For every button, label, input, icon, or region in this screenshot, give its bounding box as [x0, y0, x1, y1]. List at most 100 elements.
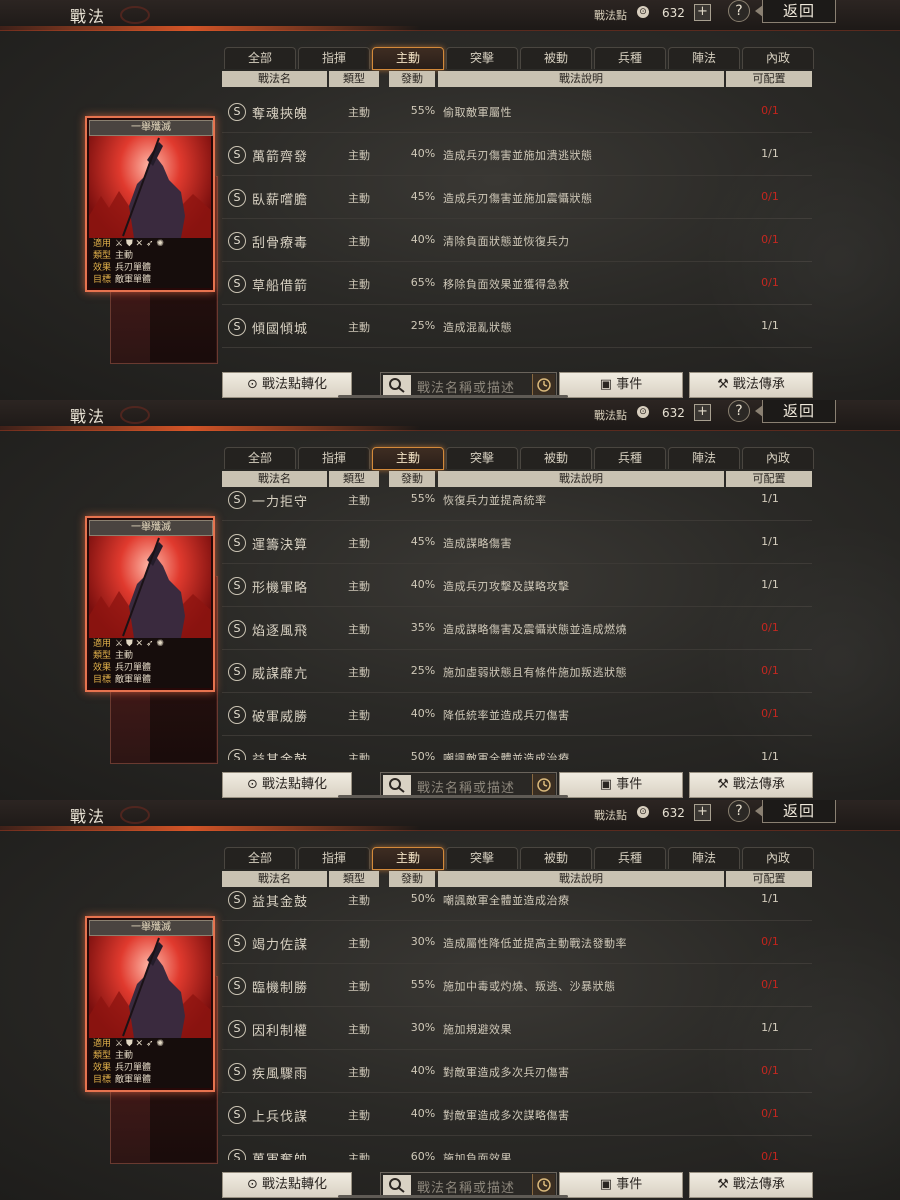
tab-3[interactable]: 突擊 — [446, 447, 518, 469]
tab-0[interactable]: 全部 — [224, 47, 296, 69]
add-points-button[interactable]: + — [694, 404, 711, 421]
history-clock-icon[interactable] — [532, 1174, 555, 1196]
column-header-rate[interactable]: 發動 — [389, 471, 435, 487]
column-header-desc[interactable]: 戰法說明 — [438, 871, 724, 887]
column-header-cfg[interactable]: 可配置 — [726, 471, 812, 487]
tab-3[interactable]: 突擊 — [446, 847, 518, 869]
skill-row[interactable]: S 上兵伐謀 主動 40% 對敵軍造成多次謀略傷害 0/1 — [222, 1093, 812, 1136]
tab-4[interactable]: 被動 — [520, 847, 592, 869]
skill-row[interactable]: S 竭力佐謀 主動 30% 造成屬性降低並提高主動戰法發動率 0/1 — [222, 921, 812, 964]
tab-7[interactable]: 內政 — [742, 47, 814, 69]
tab-0[interactable]: 全部 — [224, 847, 296, 869]
horizontal-scrollbar[interactable] — [338, 395, 568, 398]
inherit-skill-button[interactable]: ⚒ 戰法傳承 — [689, 772, 813, 798]
column-header-type[interactable]: 類型 — [329, 71, 379, 87]
column-header-name[interactable]: 戰法名 — [222, 871, 327, 887]
tab-5[interactable]: 兵種 — [594, 47, 666, 69]
search-placeholder[interactable]: 戰法名稱或描述 — [417, 1177, 515, 1196]
column-header-name[interactable]: 戰法名 — [222, 71, 327, 87]
back-button[interactable]: 返回 — [755, 0, 836, 23]
back-button[interactable]: 返回 — [755, 400, 836, 423]
skill-card-info: 適用 ⚔ ⛊ ✕ ➶ ✺ 類型 主動 效果 兵刃單體 目標 敵軍單體 — [89, 638, 211, 688]
tab-7[interactable]: 內政 — [742, 847, 814, 869]
search-icon[interactable] — [383, 1175, 411, 1195]
skill-row[interactable]: S 疾風驟雨 主動 40% 對敵軍造成多次兵刃傷害 0/1 — [222, 1050, 812, 1093]
convert-points-button[interactable]: ⊙ 戰法點轉化 — [222, 372, 352, 398]
skill-row[interactable]: S 草船借箭 主動 65% 移除負面效果並獲得急救 0/1 — [222, 262, 812, 305]
column-header-desc[interactable]: 戰法說明 — [438, 471, 724, 487]
skill-row[interactable]: S 形機軍略 主動 40% 造成兵刃攻擊及謀略攻擊 1/1 — [222, 564, 812, 607]
event-button[interactable]: ▣ 事件 — [559, 1172, 683, 1198]
tab-7[interactable]: 內政 — [742, 447, 814, 469]
back-button[interactable]: 返回 — [755, 800, 836, 823]
column-header-cfg[interactable]: 可配置 — [726, 71, 812, 87]
help-button[interactable]: ? — [728, 800, 750, 822]
tab-4[interactable]: 被動 — [520, 447, 592, 469]
skill-row[interactable]: S 破軍威勝 主動 40% 降低統率並造成兵刃傷害 0/1 — [222, 693, 812, 736]
column-header-type[interactable]: 類型 — [329, 471, 379, 487]
skill-row[interactable]: S 奪魂挾魄 主動 55% 偷取敵軍屬性 0/1 — [222, 90, 812, 133]
column-header-name[interactable]: 戰法名 — [222, 471, 327, 487]
skill-card-artwork — [89, 136, 211, 238]
tab-4[interactable]: 被動 — [520, 47, 592, 69]
tab-6[interactable]: 陣法 — [668, 447, 740, 469]
add-points-button[interactable]: + — [694, 804, 711, 821]
skill-trigger-rate: 40% — [410, 147, 436, 160]
skill-row[interactable]: S 威謀靡亢 主動 25% 施加虛弱狀態且有條件施加叛逃狀態 0/1 — [222, 650, 812, 693]
tab-6[interactable]: 陣法 — [668, 47, 740, 69]
skill-row[interactable]: S 臨機制勝 主動 55% 施加中毒或灼燒、叛逃、沙暴狀態 0/1 — [222, 964, 812, 1007]
help-button[interactable]: ? — [728, 0, 750, 22]
skill-row[interactable]: S 臥薪嚐膽 主動 45% 造成兵刃傷害並施加震懾狀態 0/1 — [222, 176, 812, 219]
search-placeholder[interactable]: 戰法名稱或描述 — [417, 777, 515, 796]
skill-row[interactable]: S 萬箭齊發 主動 40% 造成兵刃傷害並施加潰逃狀態 1/1 — [222, 133, 812, 176]
horizontal-scrollbar[interactable] — [338, 1195, 568, 1198]
tab-1[interactable]: 指揮 — [298, 47, 370, 69]
convert-points-button[interactable]: ⊙ 戰法點轉化 — [222, 772, 352, 798]
skill-row[interactable]: S 刮骨療毒 主動 40% 清除負面狀態並恢復兵力 0/1 — [222, 219, 812, 262]
column-header-type[interactable]: 類型 — [329, 871, 379, 887]
skill-trigger-rate: 65% — [410, 276, 436, 289]
skill-row[interactable]: S 運籌決算 主動 45% 造成謀略傷害 1/1 — [222, 521, 812, 564]
skill-row[interactable]: S 益其金鼓 主動 50% 嘲諷敵軍全體並造成治療 1/1 — [222, 736, 812, 760]
column-header-desc[interactable]: 戰法說明 — [438, 71, 724, 87]
skill-list[interactable]: S 一力拒守 主動 55% 恢復兵力並提高統率 1/1 S 運籌決算 主動 45% 造成謀略傷害 1/… — [222, 490, 812, 760]
search-placeholder[interactable]: 戰法名稱或描述 — [417, 377, 515, 396]
history-clock-icon[interactable] — [532, 374, 555, 396]
tab-2[interactable]: 主動 — [372, 447, 444, 470]
tab-3[interactable]: 突擊 — [446, 47, 518, 69]
skill-list[interactable]: S 奪魂挾魄 主動 55% 偷取敵軍屬性 0/1 S 萬箭齊發 主動 40% 造成兵刃傷害並施加潰逃… — [222, 90, 812, 360]
search-icon[interactable] — [383, 775, 411, 795]
inherit-skill-button[interactable]: ⚒ 戰法傳承 — [689, 1172, 813, 1198]
skill-row[interactable]: S 傾國傾城 主動 25% 造成混亂狀態 1/1 — [222, 305, 812, 348]
column-header-rate[interactable]: 發動 — [389, 871, 435, 887]
event-button[interactable]: ▣ 事件 — [559, 772, 683, 798]
skill-card[interactable]: 一舉殲滅 適用 ⚔ ⛊ ✕ ➶ ✺ 類型 主動 效果 兵刃單體 目標 敵軍單體 — [85, 516, 215, 692]
column-header-cfg[interactable]: 可配置 — [726, 871, 812, 887]
inherit-skill-button[interactable]: ⚒ 戰法傳承 — [689, 372, 813, 398]
skill-row[interactable]: S 一力拒守 主動 55% 恢復兵力並提高統率 1/1 — [222, 490, 812, 521]
add-points-button[interactable]: + — [694, 4, 711, 21]
skill-row[interactable]: S 益其金鼓 主動 50% 嘲諷敵軍全體並造成治療 1/1 — [222, 890, 812, 921]
skill-availability: 1/1 — [761, 535, 779, 548]
tab-5[interactable]: 兵種 — [594, 447, 666, 469]
skill-row[interactable]: S 焰逐風飛 主動 35% 造成謀略傷害及震懾狀態並造成燃燒 0/1 — [222, 607, 812, 650]
skill-row[interactable]: S 萬軍奪帥 主動 60% 施加負面效果 0/1 — [222, 1136, 812, 1160]
tab-6[interactable]: 陣法 — [668, 847, 740, 869]
help-button[interactable]: ? — [728, 400, 750, 422]
search-icon[interactable] — [383, 375, 411, 395]
tab-0[interactable]: 全部 — [224, 447, 296, 469]
tab-1[interactable]: 指揮 — [298, 847, 370, 869]
column-header-rate[interactable]: 發動 — [389, 71, 435, 87]
skill-row[interactable]: S 因利制權 主動 30% 施加規避效果 1/1 — [222, 1007, 812, 1050]
horizontal-scrollbar[interactable] — [338, 795, 568, 798]
skill-card[interactable]: 一舉殲滅 適用 ⚔ ⛊ ✕ ➶ ✺ 類型 主動 效果 兵刃單體 目標 敵軍單體 — [85, 916, 215, 1092]
tab-5[interactable]: 兵種 — [594, 847, 666, 869]
history-clock-icon[interactable] — [532, 774, 555, 796]
tab-1[interactable]: 指揮 — [298, 447, 370, 469]
skill-list[interactable]: S 益其金鼓 主動 50% 嘲諷敵軍全體並造成治療 1/1 S 竭力佐謀 主動 30% 造成屬性降低… — [222, 890, 812, 1160]
event-button[interactable]: ▣ 事件 — [559, 372, 683, 398]
tab-2[interactable]: 主動 — [372, 47, 444, 70]
tab-2[interactable]: 主動 — [372, 847, 444, 870]
convert-points-button[interactable]: ⊙ 戰法點轉化 — [222, 1172, 352, 1198]
skill-card[interactable]: 一舉殲滅 適用 ⚔ ⛊ ✕ ➶ ✺ 類型 主動 效果 兵刃單體 目標 敵軍單體 — [85, 116, 215, 292]
